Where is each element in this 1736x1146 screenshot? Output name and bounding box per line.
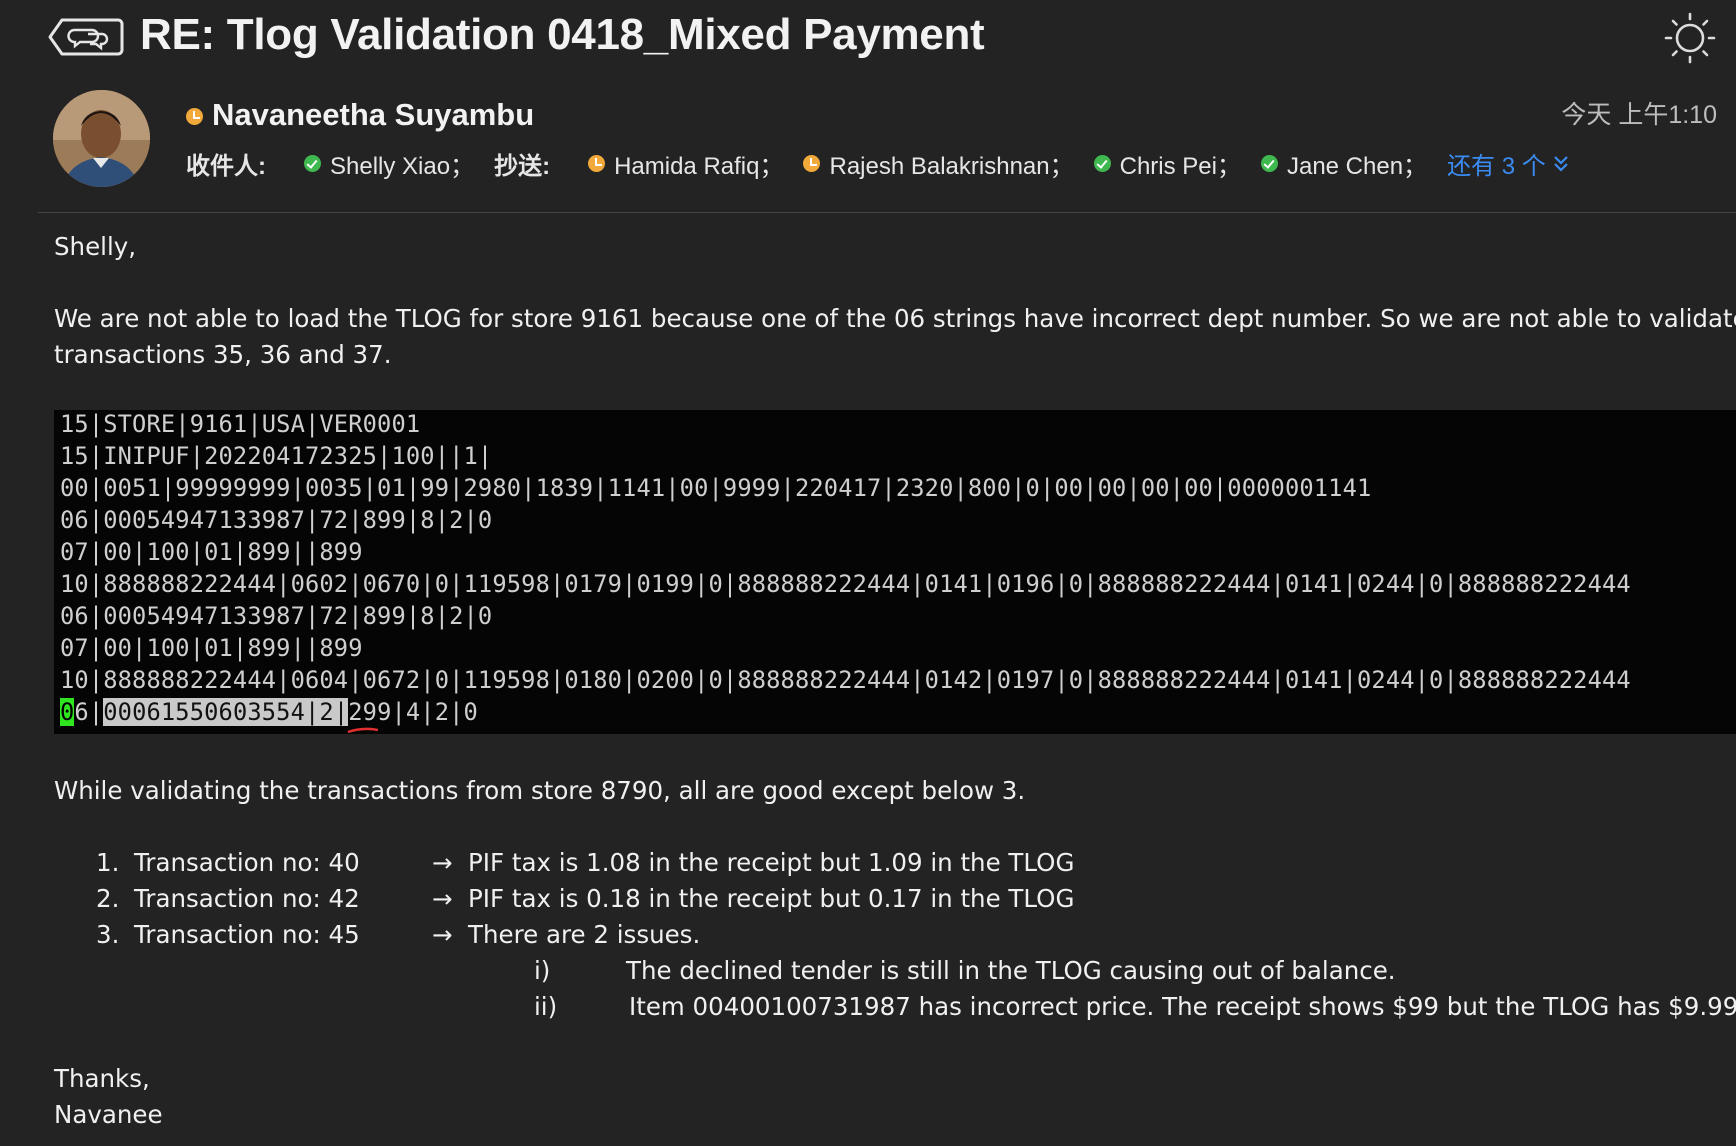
arrow-icon: →	[432, 920, 453, 949]
recipient-cc-0[interactable]: Hamida Rafiq；	[588, 146, 783, 181]
code-line-highlighted: 06|00061550603554|2|299|4|2|0	[60, 698, 478, 726]
online-status-icon	[1093, 154, 1111, 172]
message-date: 今天 上午1:10	[1561, 101, 1717, 129]
code-line: 00|0051|99999999|0035|01|99|2980|1839|11…	[60, 474, 1372, 502]
theme-toggle-button[interactable]	[1664, 12, 1716, 64]
cc-label: 抄送:	[494, 152, 551, 180]
back-button[interactable]	[48, 16, 124, 58]
list-item-detail: PIF tax is 1.08 in the receipt but 1.09 …	[468, 848, 1075, 877]
message-subject: RE: Tlog Validation 0418_Mixed Payment	[140, 10, 985, 59]
paragraph-2: While validating the transactions from s…	[54, 776, 1026, 805]
list-item-detail: PIF tax is 0.18 in the receipt but 0.17 …	[468, 884, 1075, 913]
sublist-number: i)	[534, 956, 551, 985]
recipient-to-0[interactable]: Shelly Xiao；	[304, 146, 474, 181]
code-line: 15|INIPUF|202204172325|100||1|	[60, 442, 493, 470]
header-divider	[38, 212, 1736, 213]
list-item-detail: There are 2 issues.	[468, 920, 701, 949]
sender-status-icon	[186, 108, 203, 125]
code-line: 15|STORE|9161|USA|VER0001	[60, 410, 421, 438]
code-line: 07|00|100|01|899||899	[60, 634, 363, 662]
cursor-highlight: 0	[60, 698, 75, 726]
paragraph-1-line-1: We are not able to load the TLOG for sto…	[54, 304, 1736, 333]
code-text: 299|4|2|0	[348, 698, 478, 726]
online-status-icon	[304, 154, 321, 172]
double-chevron-down-icon	[1553, 156, 1568, 172]
code-text: 6|	[74, 698, 104, 726]
recipient-cc-1[interactable]: Rajesh Balakrishnan；	[803, 146, 1074, 181]
greeting: Shelly,	[54, 232, 137, 261]
code-line: 10|888888222444|0604|0672|0|119598|0180|…	[60, 666, 1631, 694]
message-header: RE: Tlog Validation 0418_Mixed Payment N…	[0, 0, 1736, 214]
code-line: 06|00054947133987|72|899|8|2|0	[60, 602, 493, 630]
list-number: 3.	[96, 920, 120, 949]
sublist-text: The declined tender is still in the TLOG…	[626, 956, 1396, 985]
sender-avatar[interactable]	[53, 90, 150, 187]
recipient-name: Chris Pei；	[1119, 152, 1241, 180]
more-recipients-link[interactable]: 还有 3 个	[1447, 146, 1570, 181]
back-to-conversation-icon	[48, 18, 124, 56]
signature: Navanee	[54, 1100, 163, 1129]
more-recipients-label: 还有 3 个	[1447, 152, 1546, 180]
paragraph-1-line-2: transactions 35, 36 and 37.	[54, 340, 392, 369]
code-line: 07|00|100|01|899||899	[60, 538, 363, 566]
recipient-name: Shelly Xiao；	[330, 152, 475, 180]
to-label: 收件人:	[186, 152, 266, 180]
recipient-name: Hamida Rafiq；	[614, 152, 784, 180]
list-number: 2.	[96, 884, 120, 913]
online-status-icon	[1260, 154, 1278, 172]
signoff: Thanks,	[54, 1064, 150, 1093]
tlog-screenshot: 15|STORE|9161|USA|VER0001 15|INIPUF|2022…	[54, 410, 1736, 734]
code-line: 10|888888222444|0602|0670|0|119598|0179|…	[60, 570, 1631, 598]
away-status-icon	[803, 154, 821, 172]
recipient-cc-3[interactable]: Jane Chen；	[1260, 146, 1428, 181]
recipients-row: 收件人: Shelly Xiao； 抄送: Hamida Rafiq； Raje…	[186, 144, 1570, 182]
list-item-label: Transaction no: 45	[134, 920, 360, 949]
red-underline-mark	[347, 727, 379, 734]
recipient-cc-2[interactable]: Chris Pei；	[1093, 146, 1241, 181]
recipient-name: Rajesh Balakrishnan；	[829, 152, 1074, 180]
avatar-photo	[53, 90, 150, 187]
recipient-name: Jane Chen；	[1286, 152, 1428, 180]
sublist-number: ii)	[534, 992, 558, 1021]
selected-text: 00061550603554|2|	[103, 698, 349, 726]
sender-name[interactable]: Navaneetha Suyambu	[212, 97, 534, 133]
arrow-icon: →	[432, 848, 453, 877]
sublist-text: Item 00400100731987 has incorrect price.…	[629, 992, 1736, 1021]
list-item-label: Transaction no: 40	[134, 848, 360, 877]
away-status-icon	[588, 154, 606, 172]
arrow-icon: →	[432, 884, 453, 913]
code-line: 06|00054947133987|72|899|8|2|0	[60, 506, 493, 534]
list-item-label: Transaction no: 42	[134, 884, 360, 913]
list-number: 1.	[96, 848, 120, 877]
sun-icon	[1664, 12, 1716, 64]
